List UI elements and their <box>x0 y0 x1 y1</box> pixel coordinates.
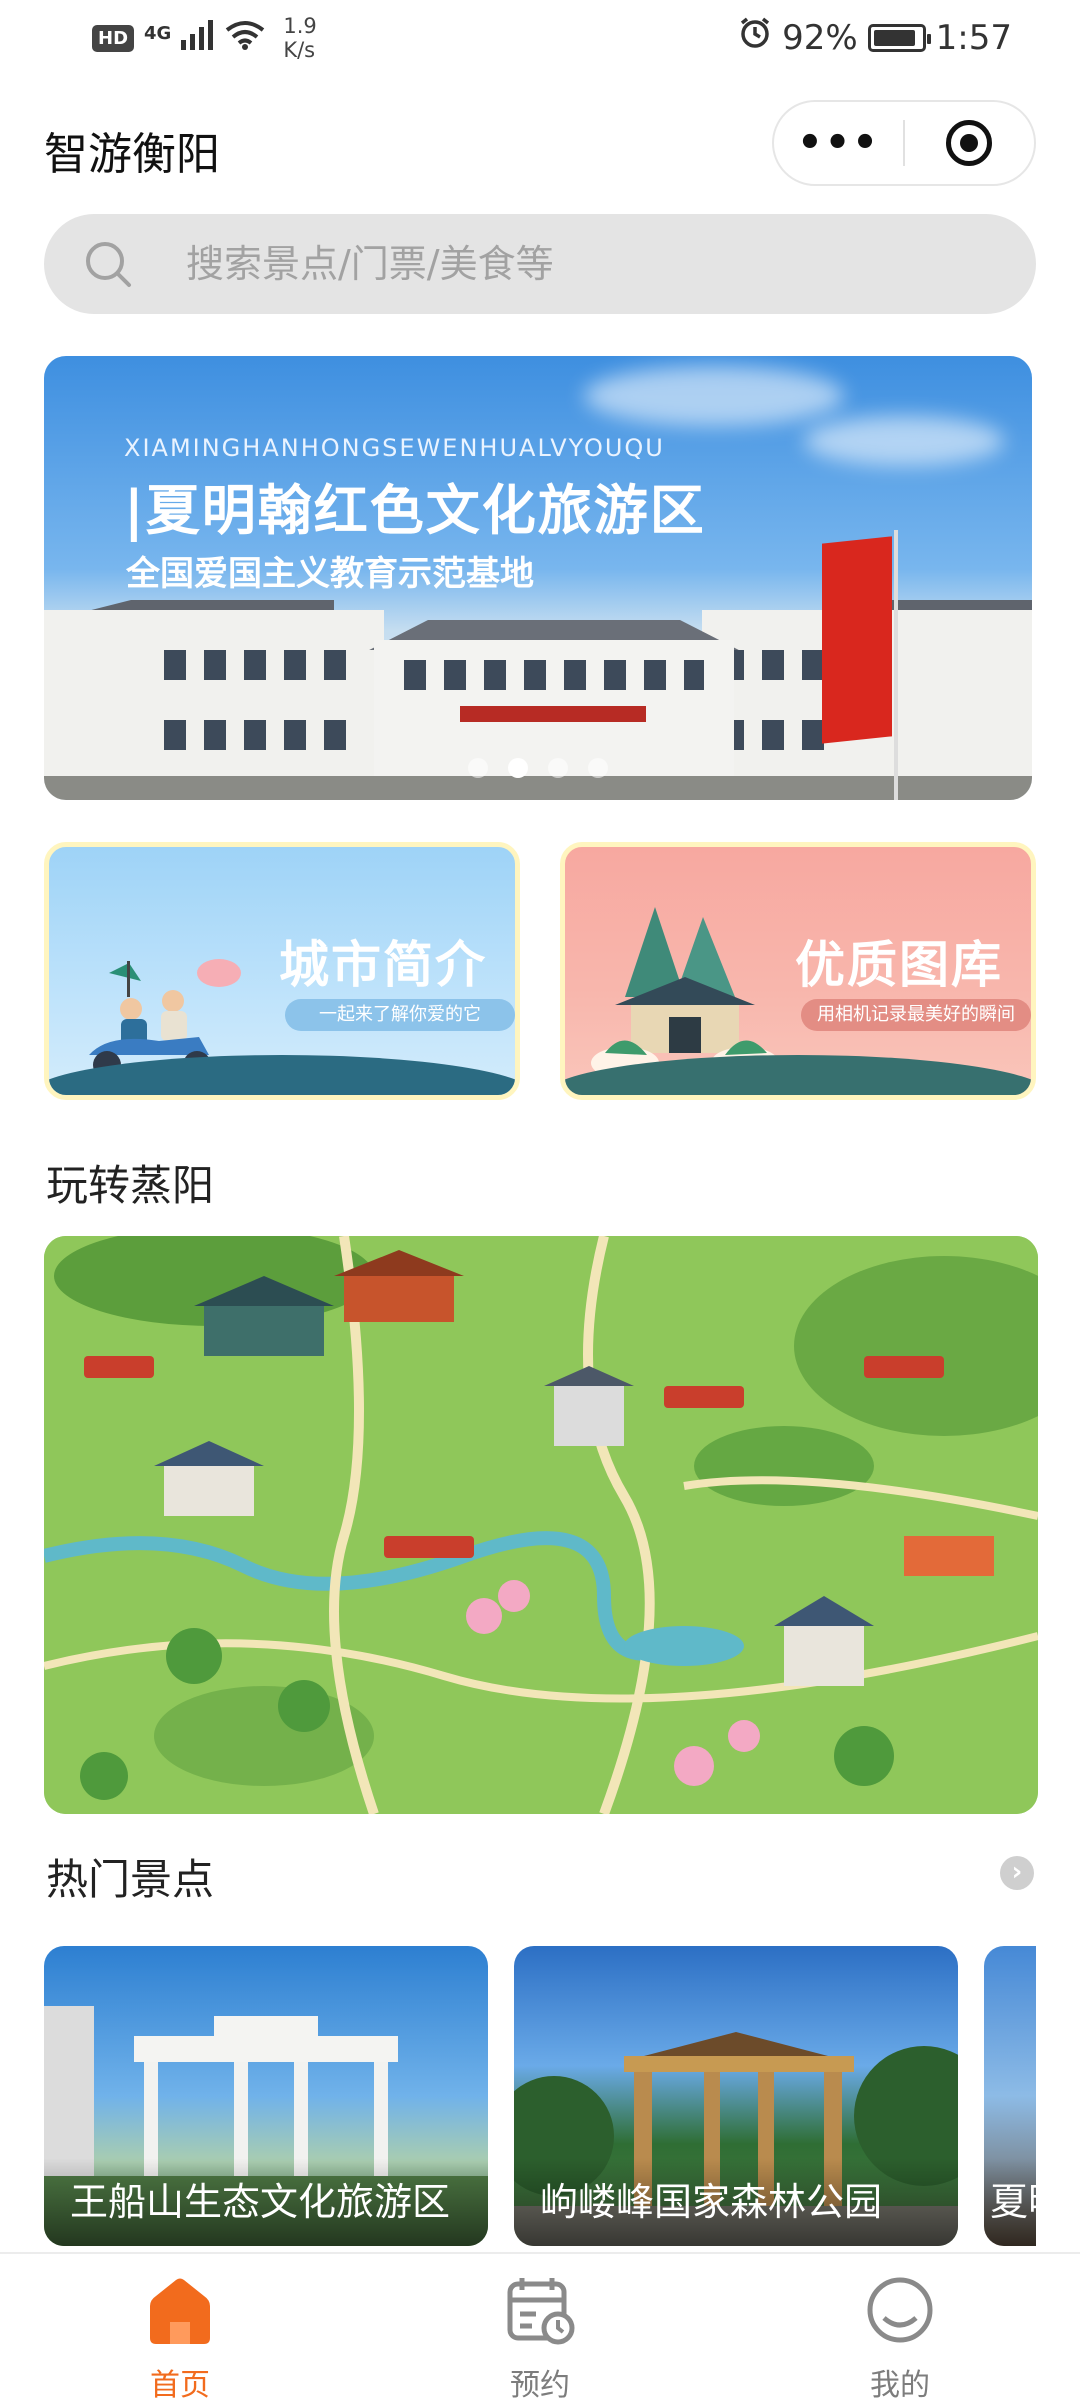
profile-icon <box>862 2272 938 2352</box>
net-speed-unit: K/s <box>283 38 316 62</box>
net-speed-value: 1.9 <box>283 14 317 38</box>
calendar-icon <box>502 2272 578 2352</box>
windows <box>164 720 364 750</box>
close-mini-program-button[interactable] <box>905 120 1034 166</box>
target-icon <box>946 120 993 166</box>
windows <box>164 650 364 680</box>
carousel-indicator <box>44 758 1032 778</box>
banner-title: |夏明翰红色文化旅游区 <box>124 479 706 542</box>
photo-gallery-card[interactable]: 优质图库 用相机记录最美好的瞬间 <box>560 842 1036 1100</box>
carousel-dot[interactable] <box>468 758 488 778</box>
banner-cloud <box>804 416 1004 466</box>
red-banner <box>460 706 646 722</box>
page: HD 4G 1.9 K/s 92% 1:57 智游衡阳 ••• 搜索景点/门票/… <box>0 0 1080 2400</box>
status-right: 92% 1:57 <box>738 16 1012 59</box>
mini-program-capsule: ••• <box>772 100 1036 186</box>
status-left: HD 4G 1.9 K/s <box>92 14 317 62</box>
net-speed: 1.9 K/s <box>283 14 316 62</box>
city-intro-card[interactable]: 城市简介 一起来了解你爱的它 <box>44 842 520 1100</box>
tab-label: 首页 <box>150 2368 210 2400</box>
section-title-play: 玩转蒸阳 <box>46 1161 215 1210</box>
search-icon <box>68 237 148 291</box>
scenic-card[interactable]: 夏明 <box>984 1946 1036 2246</box>
city-intro-subtitle: 一起来了解你爱的它 <box>285 999 515 1031</box>
home-icon <box>142 2272 218 2352</box>
clock: 1:57 <box>935 17 1012 58</box>
search-bar[interactable] <box>44 214 1036 314</box>
banner-pinyin: XIAMINGHANHONGSEWENHUALVYOUQU <box>124 434 665 462</box>
more-options-button[interactable]: ••• <box>774 120 903 166</box>
city-intro-title: 城市简介 <box>279 936 487 994</box>
banner-carousel[interactable]: XIAMINGHANHONGSEWENHUALVYOUQU |夏明翰红色文化旅游… <box>44 356 1032 800</box>
battery-percent: 92% <box>782 17 858 58</box>
banner-subtitle: 全国爱国主义教育示范基地 <box>126 554 534 594</box>
scenic-carousel: 王船山生态文化旅游区 岣嵝峰国家森林公园 夏明 <box>44 1946 1036 2246</box>
network-label: 4G <box>144 22 172 44</box>
gallery-subtitle: 用相机记录最美好的瞬间 <box>801 999 1031 1031</box>
bottom-tab-bar: 首页 预约 我的 <box>0 2252 1080 2400</box>
carousel-dot[interactable] <box>548 758 568 778</box>
signal-icon <box>181 19 215 57</box>
tab-profile[interactable]: 我的 <box>720 2254 1080 2400</box>
hd-badge: HD <box>92 24 135 52</box>
ground <box>44 776 1032 800</box>
tab-label: 预约 <box>510 2368 570 2400</box>
scenic-name: 王船山生态文化旅游区 <box>70 2180 451 2224</box>
title-bar: 智游衡阳 ••• <box>0 96 1080 192</box>
tour-map-illustration <box>44 1236 1038 1814</box>
scenic-card[interactable]: 岣嵝峰国家森林公园 <box>514 1946 958 2246</box>
tab-home[interactable]: 首页 <box>0 2254 360 2400</box>
tab-booking[interactable]: 预约 <box>360 2254 720 2400</box>
illustrated-tour-map[interactable] <box>44 1236 1038 1814</box>
chevron-right-icon[interactable]: › <box>1000 1856 1034 1890</box>
carousel-dot[interactable] <box>588 758 608 778</box>
wifi-icon <box>225 20 265 57</box>
windows <box>404 660 704 690</box>
red-flag <box>822 536 892 744</box>
battery-icon <box>867 23 931 52</box>
scenic-name: 夏明 <box>990 2180 1036 2224</box>
gallery-title: 优质图库 <box>795 936 1003 994</box>
app-title: 智游衡阳 <box>44 129 220 180</box>
status-bar: HD 4G 1.9 K/s 92% 1:57 <box>0 0 1080 78</box>
scenic-name: 岣嵝峰国家森林公园 <box>540 2180 883 2224</box>
banner-cloud <box>584 366 844 426</box>
section-title-hot: 热门景点 <box>46 1855 215 1904</box>
tab-label: 我的 <box>870 2368 930 2400</box>
alarm-icon <box>738 16 772 59</box>
search-input[interactable] <box>186 242 986 286</box>
scenic-card[interactable]: 王船山生态文化旅游区 <box>44 1946 488 2246</box>
battery-level <box>873 29 916 46</box>
carousel-dot[interactable] <box>508 758 528 778</box>
left-wing <box>44 610 384 780</box>
